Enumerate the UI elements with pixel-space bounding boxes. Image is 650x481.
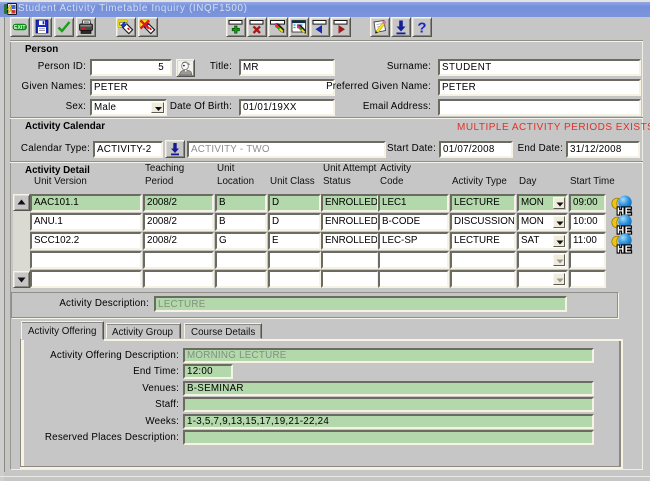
svg-text:EXIT: EXIT [14, 25, 26, 31]
svg-text:?: ? [417, 20, 426, 37]
svg-text:HE: HE [617, 244, 632, 254]
